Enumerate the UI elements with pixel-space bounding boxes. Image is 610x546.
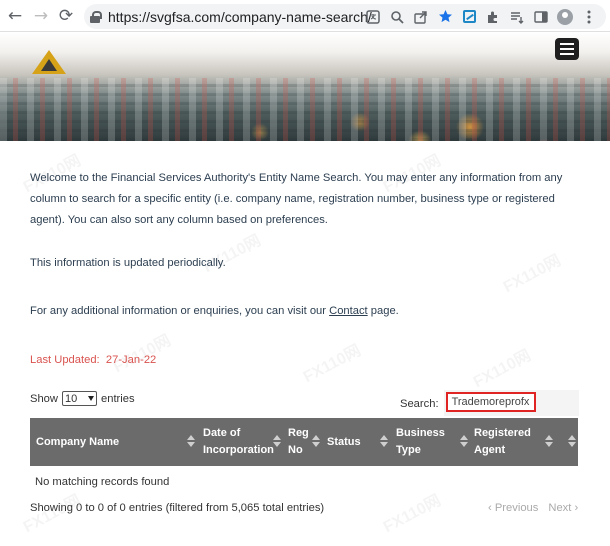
hamburger-menu-button[interactable] <box>555 38 579 60</box>
kebab-menu-icon[interactable] <box>578 6 600 27</box>
intro-paragraph: Welcome to the Financial Services Author… <box>30 172 563 226</box>
column-header-reg-no[interactable]: Reg No <box>288 418 309 466</box>
contact-link[interactable]: Contact <box>329 305 368 317</box>
pagination: ‹ Previous Next › <box>488 500 578 516</box>
lock-icon[interactable] <box>90 10 102 23</box>
contact-suffix: page. <box>367 305 399 317</box>
entries-label: entries <box>101 392 135 405</box>
reload-icon[interactable]: ⟳ <box>55 5 77 27</box>
translate-icon[interactable] <box>362 6 384 27</box>
hero-banner <box>0 32 610 141</box>
column-header-company-name[interactable]: Company Name <box>36 418 119 466</box>
column-header-registered-agent[interactable]: Registered Agent <box>474 418 531 466</box>
back-arrow-icon[interactable]: ← <box>4 5 26 27</box>
reading-list-icon[interactable] <box>506 6 528 27</box>
chevron-down-icon <box>88 396 94 401</box>
sort-icon[interactable] <box>273 435 281 448</box>
watermark: FX110网 <box>498 247 564 297</box>
sort-icon[interactable] <box>545 435 553 448</box>
sidebar-icon[interactable] <box>530 6 552 27</box>
show-label: Show <box>30 392 58 405</box>
sort-icon[interactable] <box>460 435 468 448</box>
zoom-icon[interactable] <box>386 6 408 27</box>
city-photo <box>0 78 610 141</box>
bookmark-star-icon[interactable] <box>434 6 456 27</box>
column-header-business-type[interactable]: Business Type <box>396 418 445 466</box>
forward-arrow-icon[interactable]: → <box>30 5 52 27</box>
table-search: Search: Trademoreprofx <box>400 390 579 416</box>
column-header-date-of-incorporation[interactable]: Date of Incorporation <box>203 418 274 466</box>
sort-icon[interactable] <box>568 435 576 448</box>
next-page-link[interactable]: Next › <box>548 500 578 516</box>
contact-line: For any additional information or enquir… <box>30 302 399 320</box>
puzzle-extensions-icon[interactable] <box>482 6 504 27</box>
previous-page-link[interactable]: ‹ Previous <box>488 500 538 516</box>
search-input[interactable]: Trademoreprofx <box>445 392 536 412</box>
page-length-select[interactable]: 10 <box>62 391 97 406</box>
table-info: Showing 0 to 0 of 0 entries (filtered fr… <box>30 502 325 514</box>
share-icon[interactable] <box>410 6 432 27</box>
page-length-control: Show 10 entries <box>30 391 135 406</box>
browser-toolbar: ← → ⟳ https://svgfsa.com/company-name-se… <box>0 0 610 32</box>
sort-icon[interactable] <box>380 435 388 448</box>
address-bar[interactable]: https://svgfsa.com/company-name-search/ <box>84 4 606 29</box>
last-updated: Last Updated: 27-Jan-22 <box>30 351 156 369</box>
empty-table-message: No matching records found <box>35 476 170 488</box>
search-field-wrapper: Trademoreprofx <box>443 390 579 416</box>
url-text[interactable]: https://svgfsa.com/company-name-search/ <box>108 9 372 25</box>
column-header-status[interactable]: Status <box>327 418 361 466</box>
last-updated-date: 27-Jan-22 <box>105 354 157 366</box>
omnibox-actions <box>362 6 600 27</box>
watermark: FX110网 <box>378 487 444 537</box>
site-logo[interactable] <box>32 50 66 74</box>
last-updated-label: Last Updated: <box>30 354 100 366</box>
page-length-value: 10 <box>65 392 78 405</box>
profile-avatar-icon[interactable] <box>554 6 576 27</box>
contact-prefix: For any additional information or enquir… <box>30 305 330 317</box>
sort-icon[interactable] <box>187 435 195 448</box>
extension-icon[interactable] <box>458 6 480 27</box>
table-header: Company Name Date of Incorporation Reg No … <box>30 418 578 466</box>
sort-icon[interactable] <box>312 435 320 448</box>
search-label: Search: <box>400 398 439 410</box>
watermark: FX110网 <box>298 337 364 387</box>
update-frequency-note: This information is updated periodically… <box>30 257 226 269</box>
watermark: FX110网 <box>468 342 534 392</box>
